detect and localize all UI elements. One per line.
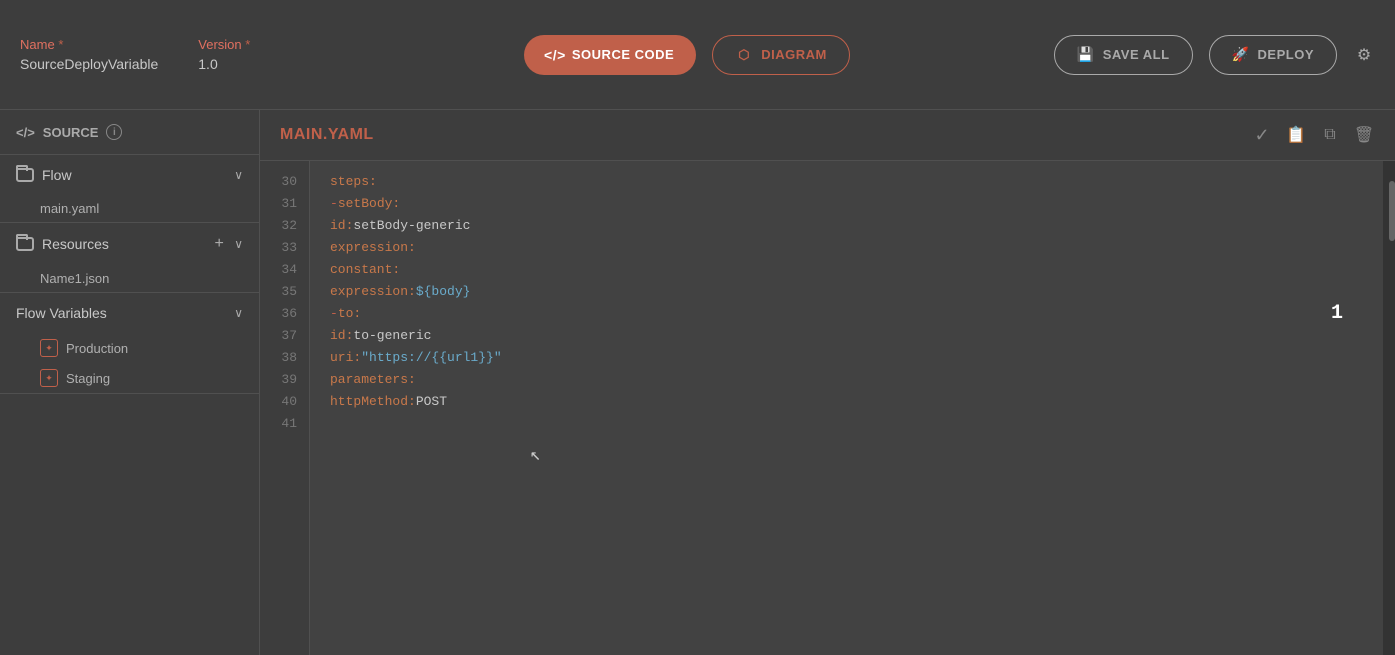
version-required: * <box>245 37 250 52</box>
flow-variables-chevron-icon: ∨ <box>234 306 243 320</box>
code-line: id: setBody-generic <box>330 215 1363 237</box>
version-label: Version * <box>198 37 250 52</box>
flow-file-item[interactable]: main.yaml <box>0 195 259 222</box>
staging-var-icon: ✦ <box>40 369 58 387</box>
name-value: SourceDeployVariable <box>20 56 158 72</box>
diagram-button[interactable]: ⬡ DIAGRAM <box>712 35 850 75</box>
deploy-button[interactable]: 🚀 DEPLOY <box>1209 35 1337 75</box>
top-bar-left-fields: Name * SourceDeployVariable Version * 1.… <box>20 37 320 72</box>
version-value: 1.0 <box>198 56 250 72</box>
source-code-button[interactable]: </> SOURCE CODE <box>524 35 696 75</box>
staging-var-item[interactable]: ✦ Staging <box>0 363 259 393</box>
code-line: steps: <box>330 171 1363 193</box>
diagram-icon: ⬡ <box>735 46 753 64</box>
staging-var-label: Staging <box>66 371 110 386</box>
save-icon: 💾 <box>1077 46 1095 64</box>
resources-actions: + ∨ <box>210 235 243 253</box>
main-layout: </> SOURCE i Flow ∨ main.yaml Resources … <box>0 110 1395 655</box>
sidebar: </> SOURCE i Flow ∨ main.yaml Resources … <box>0 110 260 655</box>
name-required: * <box>58 37 63 52</box>
code-icon: </> <box>546 46 564 64</box>
content-actions: ✓ 📋 ⧉ 🗑 <box>1251 124 1375 146</box>
production-var-label: Production <box>66 341 128 356</box>
code-line <box>330 413 1363 435</box>
cursor-line: ↖ <box>530 445 1363 467</box>
flow-folder-icon <box>16 168 34 182</box>
name-field-group: Name * SourceDeployVariable <box>20 37 158 72</box>
calendar-icon[interactable]: 📋 <box>1285 124 1307 146</box>
flow-section: Flow ∨ main.yaml <box>0 155 259 223</box>
content-header: MAIN.YAML ✓ 📋 ⧉ 🗑 <box>260 110 1395 161</box>
code-line: constant: <box>330 259 1363 281</box>
flow-section-header[interactable]: Flow ∨ <box>0 155 259 195</box>
code-line: id: to-generic <box>330 325 1363 347</box>
resources-section: Resources + ∨ Name1.json <box>0 223 259 293</box>
scrollbar[interactable] <box>1383 161 1395 655</box>
flow-variables-title: Flow Variables <box>16 305 226 321</box>
content-area: MAIN.YAML ✓ 📋 ⧉ 🗑 3031323334353637383940… <box>260 110 1395 655</box>
code-editor: 303132333435363738394041 steps: - setBod… <box>260 161 1395 655</box>
code-content[interactable]: steps: - setBody: id: setBody-generic ex… <box>310 161 1383 655</box>
resources-folder-icon <box>16 237 34 251</box>
top-bar-right: 💾 SAVE ALL 🚀 DEPLOY ⚙ <box>1054 35 1375 75</box>
line-numbers: 303132333435363738394041 <box>260 161 310 655</box>
production-var-item[interactable]: ✦ Production <box>0 333 259 363</box>
resources-add-button[interactable]: + <box>210 235 228 253</box>
top-bar: Name * SourceDeployVariable Version * 1.… <box>0 0 1395 110</box>
code-line: expression: <box>330 237 1363 259</box>
resources-section-header[interactable]: Resources + ∨ <box>0 223 259 265</box>
resources-chevron-icon: ∨ <box>234 237 243 251</box>
code-line: - setBody: <box>330 193 1363 215</box>
trash-icon[interactable]: 🗑 <box>1353 124 1375 146</box>
scrollbar-thumb <box>1389 181 1395 241</box>
production-var-icon: ✦ <box>40 339 58 357</box>
source-code-small-icon: </> <box>16 125 35 140</box>
code-line: expression: ${body} <box>330 281 1363 303</box>
resources-file-item[interactable]: Name1.json <box>0 265 259 292</box>
check-icon[interactable]: ✓ <box>1251 124 1273 146</box>
flow-variables-header[interactable]: Flow Variables ∨ <box>0 293 259 333</box>
file-title: MAIN.YAML <box>280 126 374 144</box>
flow-chevron-icon: ∨ <box>234 168 243 182</box>
top-bar-center: </> SOURCE CODE ⬡ DIAGRAM <box>320 35 1054 75</box>
mouse-cursor: ↖ <box>530 445 541 467</box>
settings-icon[interactable]: ⚙ <box>1353 44 1375 66</box>
sidebar-source-header: </> SOURCE i <box>0 110 259 155</box>
version-field-group: Version * 1.0 <box>198 37 250 72</box>
code-line: uri: "https://{{url1}}" <box>330 347 1363 369</box>
code-line: - to:1 <box>330 303 1363 325</box>
code-line: httpMethod: POST <box>330 391 1363 413</box>
deploy-icon: 🚀 <box>1232 46 1250 64</box>
flow-variables-section: Flow Variables ∨ ✦ Production ✦ Staging <box>0 293 259 394</box>
source-label: SOURCE <box>43 125 99 140</box>
field-row: Name * SourceDeployVariable Version * 1.… <box>20 37 320 72</box>
flow-section-title: Flow <box>42 167 226 183</box>
resources-section-title: Resources <box>42 236 202 252</box>
copy-icon[interactable]: ⧉ <box>1319 124 1341 146</box>
save-all-button[interactable]: 💾 SAVE ALL <box>1054 35 1193 75</box>
name-label: Name * <box>20 37 158 52</box>
code-line: parameters: <box>330 369 1363 391</box>
annotation-1: 1 <box>1331 303 1343 325</box>
info-icon[interactable]: i <box>106 124 122 140</box>
